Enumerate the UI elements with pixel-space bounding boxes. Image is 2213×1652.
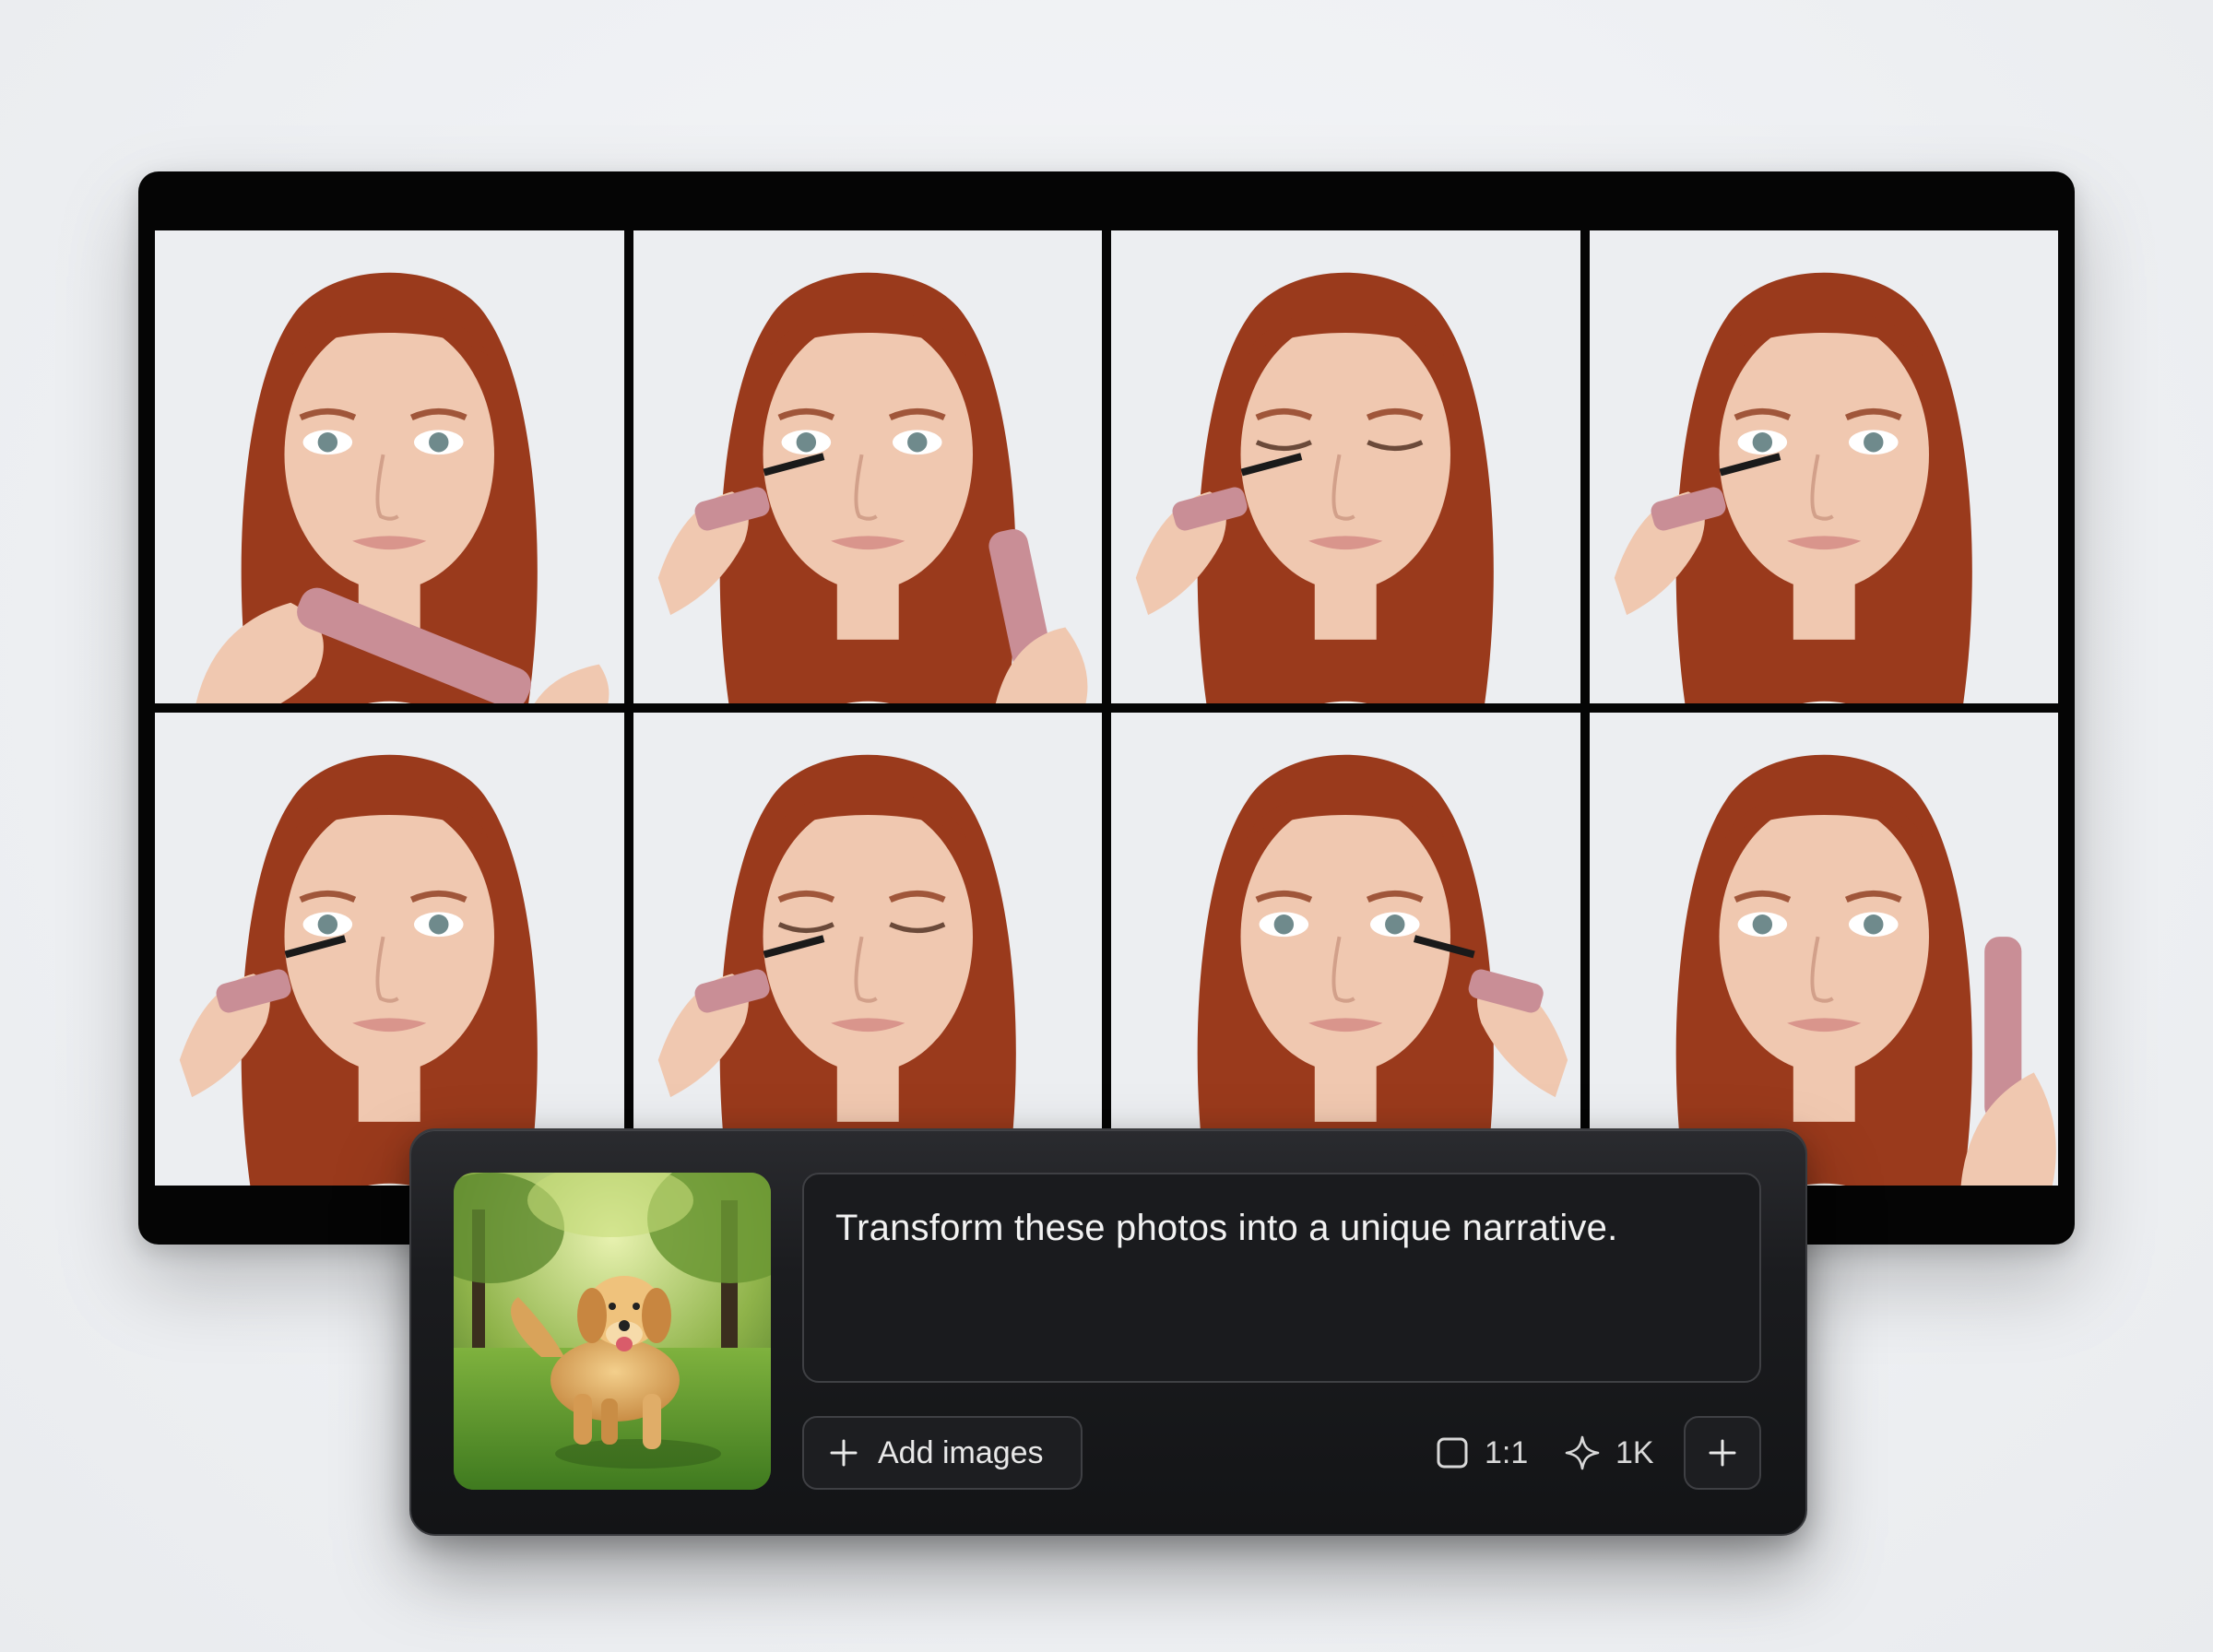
gallery-photo[interactable] <box>1589 713 2058 1186</box>
reference-image-thumbnail[interactable] <box>454 1173 771 1490</box>
portrait-image <box>633 230 1102 703</box>
prompt-composer: Transform these photos into a unique nar… <box>409 1128 1807 1536</box>
plus-icon <box>830 1439 858 1467</box>
sparkle-icon <box>1565 1435 1600 1470</box>
aspect-ratio-selector[interactable]: 1:1 <box>1435 1416 1528 1490</box>
plus-icon <box>1709 1439 1736 1467</box>
portrait-image <box>1589 713 2058 1186</box>
dog-photo-image <box>454 1173 771 1490</box>
prompt-text: Transform these photos into a unique nar… <box>835 1208 1618 1248</box>
add-images-label: Add images <box>878 1434 1044 1470</box>
resolution-value: 1K <box>1615 1434 1654 1470</box>
portrait-image <box>633 713 1102 1186</box>
gallery-photo[interactable] <box>1111 230 1580 703</box>
portrait-image <box>1111 713 1580 1186</box>
gallery-photo[interactable] <box>155 230 624 703</box>
add-images-button[interactable]: Add images <box>802 1416 1083 1490</box>
photo-grid <box>155 230 2058 1186</box>
gallery-photo[interactable] <box>1589 230 2058 703</box>
portrait-image <box>1589 230 2058 703</box>
portrait-image <box>155 713 624 1186</box>
portrait-image <box>1111 230 1580 703</box>
more-options-button[interactable] <box>1684 1416 1761 1490</box>
resolution-selector[interactable]: 1K <box>1564 1416 1654 1490</box>
aspect-ratio-value: 1:1 <box>1485 1434 1529 1470</box>
prompt-input[interactable]: Transform these photos into a unique nar… <box>802 1173 1761 1383</box>
square-icon <box>1437 1437 1468 1469</box>
portrait-image <box>155 230 624 703</box>
gallery-photo[interactable] <box>633 230 1102 703</box>
gallery-photo[interactable] <box>633 713 1102 1186</box>
photo-grid-board <box>138 171 2075 1245</box>
gallery-photo[interactable] <box>155 713 624 1186</box>
gallery-photo[interactable] <box>1111 713 1580 1186</box>
